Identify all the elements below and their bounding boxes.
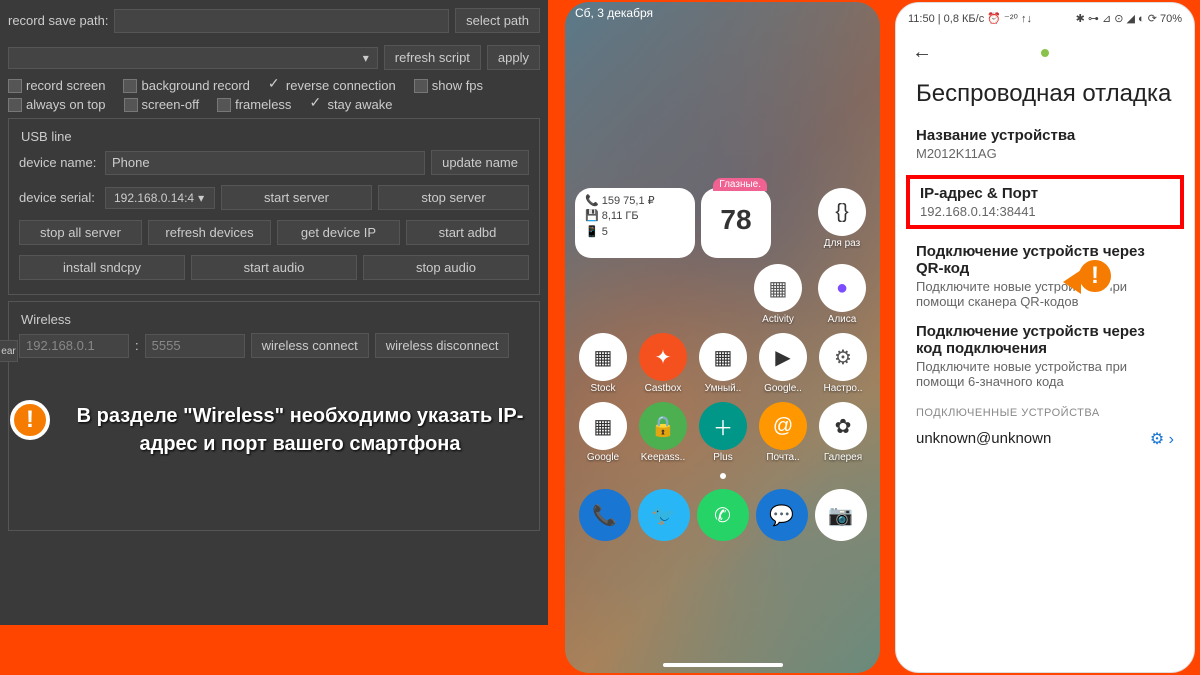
app-icon[interactable]: @Почта.. (755, 402, 811, 463)
app-icon[interactable]: ▦Activity (750, 264, 806, 325)
app-icon[interactable]: {}Для раз (814, 188, 870, 258)
app-icon[interactable]: ✦Castbox (635, 333, 691, 394)
apps-row-2: ▦Stock ✦Castbox ▦Умный.. ▶Google.. ⚙Наст… (575, 333, 870, 394)
apps-row-3: ▦Google 🔒Keepass.. ＋Plus @Почта.. ✿Галер… (575, 402, 870, 463)
app-icon[interactable]: ✿Галерея (815, 402, 871, 463)
callout-text: В разделе "Wireless" необходимо указать … (70, 402, 530, 458)
app-icon[interactable]: ▦Google (575, 402, 631, 463)
refresh-devices-button[interactable]: refresh devices (148, 220, 271, 245)
wireless-ip-input[interactable] (19, 334, 129, 358)
back-arrow-icon[interactable]: ← (912, 41, 932, 64)
app-icon[interactable]: ●Алиса (814, 264, 870, 325)
wireless-disconnect-button[interactable]: wireless disconnect (375, 333, 510, 358)
gear-icon[interactable]: ⚙ › (1150, 429, 1174, 449)
connected-devices-label: ПОДКЛЮЧЕННЫЕ УСТРОЙСТВА (916, 407, 1174, 419)
device-name-input[interactable] (105, 151, 425, 175)
dock-icon[interactable]: ✆ (697, 489, 749, 541)
ip-port-section-highlighted[interactable]: IP-адрес & Порт 192.168.0.14:38441 (906, 175, 1184, 229)
reverse-connection-checkbox[interactable]: reverse connection (268, 78, 396, 93)
wireless-port-input[interactable] (145, 334, 245, 358)
status-bar: 11:50 | 0,8 КБ/с ⏰ ⁻²⁰ ↑↓ ✱ ⊶ ⊿ ⊙ ◢ ◐ ⟳ … (896, 3, 1194, 33)
update-name-button[interactable]: update name (431, 150, 529, 175)
device-serial-label: device serial: (19, 190, 99, 205)
status-icons: ✱ ⊶ ⊿ ⊙ ◢ ◐ ⟳ 70% (1076, 12, 1182, 25)
callout-badge-right: ! (1075, 256, 1125, 306)
dock: 📞 🐦 ✆ 💬 📷 (575, 489, 870, 541)
wireless-title: Wireless (19, 312, 529, 327)
connected-device-row[interactable]: unknown@unknown ⚙ › (916, 429, 1174, 449)
colon-separator: : (135, 338, 139, 353)
nav-pill[interactable] (663, 663, 783, 667)
app-icon[interactable]: 🔒Keepass.. (635, 402, 691, 463)
exclamation-icon: ! (10, 400, 50, 440)
app-icon[interactable]: ▦Stock (575, 333, 631, 394)
start-audio-button[interactable]: start audio (191, 255, 357, 280)
screen-off-checkbox[interactable]: screen-off (124, 97, 200, 112)
record-save-path-label: record save path: (8, 13, 108, 28)
chevron-down-icon: ▾ (363, 51, 369, 65)
stay-awake-checkbox[interactable]: stay awake (309, 97, 392, 112)
show-fps-checkbox[interactable]: show fps (414, 78, 483, 93)
usb-line-title: USB line (19, 129, 529, 144)
always-on-top-checkbox[interactable]: always on top (8, 97, 106, 112)
dock-icon[interactable]: 💬 (756, 489, 808, 541)
script-dropdown[interactable]: ▾ (8, 47, 378, 69)
chevron-down-icon: ▾ (198, 191, 204, 205)
wireless-debugging-settings: 11:50 | 0,8 КБ/с ⏰ ⁻²⁰ ↑↓ ✱ ⊶ ⊿ ⊙ ◢ ◐ ⟳ … (895, 2, 1195, 673)
app-icon[interactable]: ＋Plus (695, 402, 751, 463)
android-home-screen: Сб, 3 декабря 📞 159 75,1 ₽ 💾 8,11 ГБ 📱 5… (565, 2, 880, 673)
page-title: Беспроводная отладка (916, 80, 1174, 109)
app-icon[interactable]: ▶Google.. (755, 333, 811, 394)
callout-badge-left: ! (10, 400, 58, 448)
record-save-path-input[interactable] (114, 9, 449, 33)
start-adbd-button[interactable]: start adbd (406, 220, 529, 245)
device-name-label: device name: (19, 155, 99, 170)
device-serial-dropdown[interactable]: 192.168.0.14:4▾ (105, 187, 215, 209)
qr-pairing-section[interactable]: Подключение устройств через QR-код Подкл… (916, 243, 1174, 309)
stop-audio-button[interactable]: stop audio (363, 255, 529, 280)
calendar-widget[interactable]: Глазные. 78 (701, 188, 771, 258)
background-record-checkbox[interactable]: background record (123, 78, 249, 93)
get-device-ip-button[interactable]: get device IP (277, 220, 400, 245)
apply-button[interactable]: apply (487, 45, 540, 70)
info-widget[interactable]: 📞 159 75,1 ₽ 💾 8,11 ГБ 📱 5 (575, 188, 695, 258)
start-server-button[interactable]: start server (221, 185, 372, 210)
stop-server-button[interactable]: stop server (378, 185, 529, 210)
record-screen-checkbox[interactable]: record screen (8, 78, 105, 93)
device-name-section[interactable]: Название устройства M2012K11AG (916, 127, 1174, 161)
select-path-button[interactable]: select path (455, 8, 540, 33)
stop-all-server-button[interactable]: stop all server (19, 220, 142, 245)
wireless-connect-button[interactable]: wireless connect (251, 333, 369, 358)
frameless-checkbox[interactable]: frameless (217, 97, 291, 112)
exclamation-icon: ! (1075, 256, 1115, 296)
scrcpy-settings-panel: record save path: select path ▾ refresh … (0, 0, 548, 625)
install-sndcpy-button[interactable]: install sndcpy (19, 255, 185, 280)
dock-icon[interactable]: 🐦 (638, 489, 690, 541)
app-icon[interactable]: ⚙Настро.. (815, 333, 871, 394)
dock-icon[interactable]: 📞 (579, 489, 631, 541)
status-left: 11:50 | 0,8 КБ/с ⏰ ⁻²⁰ ↑↓ (908, 12, 1032, 25)
app-icon[interactable]: ▦Умный.. (695, 333, 751, 394)
code-pairing-section[interactable]: Подключение устройств через код подключе… (916, 323, 1174, 389)
camera-indicator-icon (1041, 49, 1049, 57)
refresh-script-button[interactable]: refresh script (384, 45, 481, 70)
dock-icon[interactable]: 📷 (815, 489, 867, 541)
status-bar-date: Сб, 3 декабря (565, 2, 880, 26)
ear-button[interactable]: ear (0, 340, 18, 362)
usb-line-group: USB line device name: update name device… (8, 118, 540, 295)
